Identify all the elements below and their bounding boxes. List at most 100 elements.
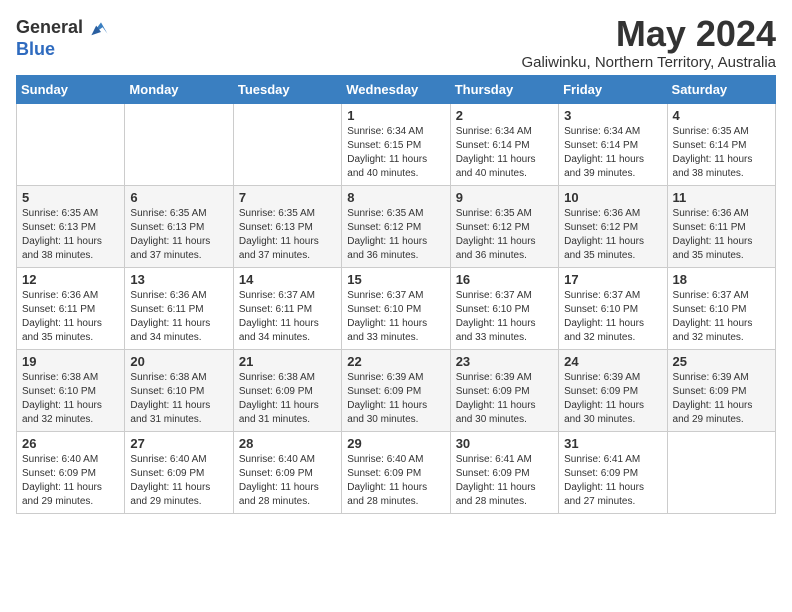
day-cell: 1Sunrise: 6:34 AMSunset: 6:15 PMDaylight… bbox=[342, 104, 450, 186]
weekday-header-friday: Friday bbox=[559, 76, 667, 104]
week-row-5: 26 Sunrise: 6:40 AMSunset: 6:09 PMDayligh… bbox=[17, 432, 776, 514]
day-cell bbox=[17, 104, 125, 186]
weekday-header-row: SundayMondayTuesdayWednesdayThursdayFrid… bbox=[17, 76, 776, 104]
weekday-header-monday: Monday bbox=[125, 76, 233, 104]
day-info: Sunrise: 6:39 AMSunset: 6:09 PMDaylight:… bbox=[673, 371, 770, 427]
week-row-1: 1Sunrise: 6:34 AMSunset: 6:15 PMDaylight… bbox=[17, 104, 776, 186]
day-cell: 4 Sunrise: 6:35 AMSunset: 6:14 PMDaylight… bbox=[667, 104, 775, 186]
day-number: 19 bbox=[22, 354, 119, 369]
day-number: 2 bbox=[456, 108, 553, 123]
day-number: 12 bbox=[22, 272, 119, 287]
day-info: Sunrise: 6:35 AMSunset: 6:14 PMDaylight:… bbox=[673, 125, 770, 181]
day-info: Sunrise: 6:40 AMSunset: 6:09 PMDaylight:… bbox=[130, 453, 227, 509]
day-info: Sunrise: 6:37 AMSunset: 6:10 PMDaylight:… bbox=[456, 289, 553, 345]
day-cell: 15Sunrise: 6:37 AMSunset: 6:10 PMDayligh… bbox=[342, 268, 450, 350]
day-cell: 26 Sunrise: 6:40 AMSunset: 6:09 PMDayligh… bbox=[17, 432, 125, 514]
day-number: 17 bbox=[564, 272, 661, 287]
logo-general: General bbox=[16, 18, 83, 38]
day-cell: 23Sunrise: 6:39 AMSunset: 6:09 PMDayligh… bbox=[450, 350, 558, 432]
day-number: 14 bbox=[239, 272, 336, 287]
title-block: May 2024 Galiwinku, Northern Territory, … bbox=[521, 16, 776, 71]
day-number: 13 bbox=[130, 272, 227, 287]
day-number: 8 bbox=[347, 190, 444, 205]
day-cell bbox=[233, 104, 341, 186]
day-number: 7 bbox=[239, 190, 336, 205]
page-header: General Blue May 2024 Galiwinku, Norther… bbox=[16, 16, 776, 71]
day-cell: 14Sunrise: 6:37 AMSunset: 6:11 PMDayligh… bbox=[233, 268, 341, 350]
day-cell: 7Sunrise: 6:35 AMSunset: 6:13 PMDaylight… bbox=[233, 186, 341, 268]
logo-blue: Blue bbox=[16, 40, 109, 60]
week-row-4: 19 Sunrise: 6:38 AMSunset: 6:10 PMDayligh… bbox=[17, 350, 776, 432]
day-number: 30 bbox=[456, 436, 553, 451]
day-number: 25 bbox=[673, 354, 770, 369]
logo: General Blue bbox=[16, 16, 109, 60]
day-number: 20 bbox=[130, 354, 227, 369]
day-cell: 20 Sunrise: 6:38 AMSunset: 6:10 PMDayligh… bbox=[125, 350, 233, 432]
day-cell: 11Sunrise: 6:36 AMSunset: 6:11 PMDayligh… bbox=[667, 186, 775, 268]
weekday-header-tuesday: Tuesday bbox=[233, 76, 341, 104]
day-info: Sunrise: 6:38 AMSunset: 6:10 PMDaylight:… bbox=[22, 371, 119, 427]
day-cell: 24 Sunrise: 6:39 AMSunset: 6:09 PMDayligh… bbox=[559, 350, 667, 432]
day-info: Sunrise: 6:34 AMSunset: 6:14 PMDaylight:… bbox=[456, 125, 553, 181]
day-number: 21 bbox=[239, 354, 336, 369]
week-row-2: 5 Sunrise: 6:35 AMSunset: 6:13 PMDaylight… bbox=[17, 186, 776, 268]
day-number: 29 bbox=[347, 436, 444, 451]
weekday-header-thursday: Thursday bbox=[450, 76, 558, 104]
day-cell: 18 Sunrise: 6:37 AMSunset: 6:10 PMDayligh… bbox=[667, 268, 775, 350]
day-info: Sunrise: 6:41 AMSunset: 6:09 PMDaylight:… bbox=[564, 453, 661, 509]
location-subtitle: Galiwinku, Northern Territory, Australia bbox=[521, 54, 776, 71]
day-info: Sunrise: 6:35 AMSunset: 6:12 PMDaylight:… bbox=[347, 207, 444, 263]
day-info: Sunrise: 6:38 AMSunset: 6:09 PMDaylight:… bbox=[239, 371, 336, 427]
day-number: 18 bbox=[673, 272, 770, 287]
day-number: 1 bbox=[347, 108, 444, 123]
day-number: 4 bbox=[673, 108, 770, 123]
day-info: Sunrise: 6:35 AMSunset: 6:12 PMDaylight:… bbox=[456, 207, 553, 263]
day-info: Sunrise: 6:39 AMSunset: 6:09 PMDaylight:… bbox=[347, 371, 444, 427]
weekday-header-sunday: Sunday bbox=[17, 76, 125, 104]
day-cell: 21 Sunrise: 6:38 AMSunset: 6:09 PMDayligh… bbox=[233, 350, 341, 432]
day-cell: 2 Sunrise: 6:34 AMSunset: 6:14 PMDaylight… bbox=[450, 104, 558, 186]
day-info: Sunrise: 6:37 AMSunset: 6:10 PMDaylight:… bbox=[347, 289, 444, 345]
day-cell: 22Sunrise: 6:39 AMSunset: 6:09 PMDayligh… bbox=[342, 350, 450, 432]
day-info: Sunrise: 6:40 AMSunset: 6:09 PMDaylight:… bbox=[22, 453, 119, 509]
day-info: Sunrise: 6:40 AMSunset: 6:09 PMDaylight:… bbox=[239, 453, 336, 509]
day-number: 31 bbox=[564, 436, 661, 451]
day-info: Sunrise: 6:41 AMSunset: 6:09 PMDaylight:… bbox=[456, 453, 553, 509]
day-cell: 16 Sunrise: 6:37 AMSunset: 6:10 PMDayligh… bbox=[450, 268, 558, 350]
day-cell: 12 Sunrise: 6:36 AMSunset: 6:11 PMDayligh… bbox=[17, 268, 125, 350]
day-cell: 19 Sunrise: 6:38 AMSunset: 6:10 PMDayligh… bbox=[17, 350, 125, 432]
day-number: 16 bbox=[456, 272, 553, 287]
day-cell bbox=[125, 104, 233, 186]
day-cell: 29Sunrise: 6:40 AMSunset: 6:09 PMDayligh… bbox=[342, 432, 450, 514]
logo-icon bbox=[85, 16, 109, 40]
day-number: 26 bbox=[22, 436, 119, 451]
weekday-header-wednesday: Wednesday bbox=[342, 76, 450, 104]
day-cell: 5 Sunrise: 6:35 AMSunset: 6:13 PMDaylight… bbox=[17, 186, 125, 268]
day-cell: 31 Sunrise: 6:41 AMSunset: 6:09 PMDayligh… bbox=[559, 432, 667, 514]
day-number: 24 bbox=[564, 354, 661, 369]
day-info: Sunrise: 6:36 AMSunset: 6:12 PMDaylight:… bbox=[564, 207, 661, 263]
day-number: 3 bbox=[564, 108, 661, 123]
day-info: Sunrise: 6:38 AMSunset: 6:10 PMDaylight:… bbox=[130, 371, 227, 427]
day-info: Sunrise: 6:34 AMSunset: 6:14 PMDaylight:… bbox=[564, 125, 661, 181]
day-info: Sunrise: 6:36 AMSunset: 6:11 PMDaylight:… bbox=[22, 289, 119, 345]
day-info: Sunrise: 6:35 AMSunset: 6:13 PMDaylight:… bbox=[130, 207, 227, 263]
day-info: Sunrise: 6:37 AMSunset: 6:10 PMDaylight:… bbox=[673, 289, 770, 345]
day-cell: 8 Sunrise: 6:35 AMSunset: 6:12 PMDaylight… bbox=[342, 186, 450, 268]
day-cell: 30 Sunrise: 6:41 AMSunset: 6:09 PMDayligh… bbox=[450, 432, 558, 514]
day-cell: 6Sunrise: 6:35 AMSunset: 6:13 PMDaylight… bbox=[125, 186, 233, 268]
day-info: Sunrise: 6:39 AMSunset: 6:09 PMDaylight:… bbox=[564, 371, 661, 427]
day-cell: 28 Sunrise: 6:40 AMSunset: 6:09 PMDayligh… bbox=[233, 432, 341, 514]
month-title: May 2024 bbox=[521, 16, 776, 52]
day-number: 28 bbox=[239, 436, 336, 451]
day-cell: 3 Sunrise: 6:34 AMSunset: 6:14 PMDaylight… bbox=[559, 104, 667, 186]
day-info: Sunrise: 6:35 AMSunset: 6:13 PMDaylight:… bbox=[22, 207, 119, 263]
day-cell: 25 Sunrise: 6:39 AMSunset: 6:09 PMDayligh… bbox=[667, 350, 775, 432]
week-row-3: 12 Sunrise: 6:36 AMSunset: 6:11 PMDayligh… bbox=[17, 268, 776, 350]
day-number: 9 bbox=[456, 190, 553, 205]
day-cell: 17 Sunrise: 6:37 AMSunset: 6:10 PMDayligh… bbox=[559, 268, 667, 350]
day-number: 5 bbox=[22, 190, 119, 205]
day-info: Sunrise: 6:37 AMSunset: 6:10 PMDaylight:… bbox=[564, 289, 661, 345]
weekday-header-saturday: Saturday bbox=[667, 76, 775, 104]
day-cell bbox=[667, 432, 775, 514]
